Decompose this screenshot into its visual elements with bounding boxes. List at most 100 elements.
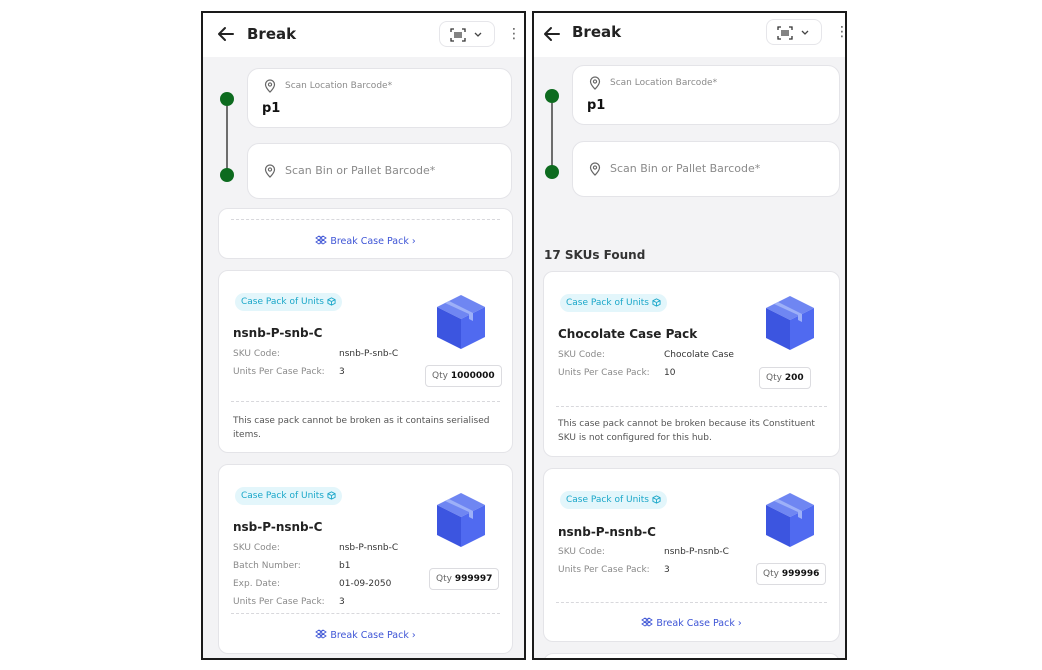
more-vertical-icon[interactable]: ⋮ [507,24,521,44]
bin-placeholder: Scan Bin or Pallet Barcode* [285,164,436,177]
field-value: 10 [664,368,676,378]
sku-card[interactable]: Case Pack of Units nsnb-P-nsnb-C SKU Cod… [543,468,840,642]
scan-mode-button[interactable] [766,19,822,45]
sku-name: Chocolate Case Pack [558,327,698,341]
package-box-icon [766,493,814,547]
location-input[interactable]: Scan Location Barcode* p1 [572,65,840,125]
sku-card-partial [543,653,840,658]
page-title: Break [572,23,622,41]
sku-card[interactable]: Case Pack of Units nsnb-P-snb-C SKU Code… [218,270,513,453]
sku-name: nsnb-P-snb-C [233,326,323,340]
field-value: nsnb-P-snb-C [339,349,399,359]
quantity-badge: Qty 200 [759,367,811,389]
sku-name: nsb-P-nsnb-C [233,520,323,534]
step-connector [551,103,553,167]
location-pin-icon [589,76,601,90]
location-pin-icon [589,162,601,176]
break-case-pack-link[interactable]: Break Case Pack › [219,234,512,247]
chevron-right-icon: › [411,236,416,247]
location-input[interactable]: Scan Location Barcode* p1 [247,68,512,128]
arrow-left-icon[interactable] [216,24,236,44]
chevron-right-icon: › [411,630,416,641]
location-label: Scan Location Barcode* [610,78,718,88]
arrow-left-icon[interactable] [542,24,562,44]
chevron-right-icon: › [737,618,742,629]
divider [231,219,500,220]
field-label: Batch Number: [233,561,301,571]
field-label: SKU Code: [233,543,280,553]
barcode-scan-icon [450,28,466,42]
bin-placeholder: Scan Bin or Pallet Barcode* [610,162,761,175]
quantity-badge: Qty 999996 [756,563,827,585]
package-box-icon [437,295,485,349]
chevron-down-icon [474,32,482,37]
case-pack-chip: Case Pack of Units [560,294,667,312]
unbreakable-note: This case pack cannot be broken because … [558,419,815,443]
field-value: 01-09-2050 [339,579,392,589]
sku-count-heading: 17 SKUs Found [544,248,646,262]
sku-name: nsnb-P-nsnb-C [558,525,656,539]
boxes-icon [315,629,328,639]
step-dot-bin [545,165,559,179]
step-dot-location [220,92,234,106]
scan-mode-button[interactable] [439,21,495,47]
chevron-down-icon [801,30,809,35]
package-box-icon [766,296,814,350]
field-label: Units Per Case Pack: [558,368,650,378]
location-label: Scan Location Barcode* [285,81,393,91]
field-label: SKU Code: [558,547,605,557]
divider [556,406,827,407]
field-label: Exp. Date: [233,579,280,589]
location-value: p1 [262,101,281,116]
app-header: Break ⋮ [534,13,845,57]
package-box-icon [437,493,485,547]
unbreakable-note: This case pack cannot be broken as it co… [233,416,490,440]
left-screen: Break ⋮ Scan Location Barcode* p1 Scan B… [201,11,526,660]
quantity-badge: Qty 999997 [429,568,500,590]
barcode-scan-icon [777,26,793,40]
break-case-pack-link[interactable]: Break Case Pack › [219,628,512,641]
boxes-icon [641,617,654,627]
field-value: nsb-P-nsnb-C [339,543,399,553]
field-value: nsnb-P-nsnb-C [664,547,729,557]
divider [231,401,500,402]
field-value: b1 [339,561,351,571]
case-pack-chip: Case Pack of Units [235,487,342,505]
break-case-pack-label: Break Case Pack [656,618,735,629]
boxes-icon [315,235,328,245]
sku-card[interactable]: Case Pack of Units Chocolate Case Pack S… [543,271,840,457]
field-label: Units Per Case Pack: [233,597,325,607]
field-label: SKU Code: [558,350,605,360]
location-pin-icon [264,164,276,178]
box-outline-icon [327,297,336,306]
more-vertical-icon[interactable]: ⋮ [835,22,845,42]
page-title: Break [247,25,297,43]
divider [556,602,827,603]
case-pack-chip: Case Pack of Units [235,293,342,311]
field-label: SKU Code: [233,349,280,359]
field-value: 3 [339,597,345,607]
divider [231,613,500,614]
sku-card[interactable]: Case Pack of Units nsb-P-nsnb-C SKU Code… [218,464,513,654]
box-outline-icon [652,495,661,504]
bin-input[interactable]: Scan Bin or Pallet Barcode* [572,141,840,197]
step-connector [226,106,228,170]
step-dot-location [545,89,559,103]
field-value: 3 [664,565,670,575]
bin-input[interactable]: Scan Bin or Pallet Barcode* [247,143,512,199]
quantity-badge: Qty 1000000 [425,365,502,387]
case-pack-chip: Case Pack of Units [560,491,667,509]
field-value: Chocolate Case [664,350,734,360]
field-value: 3 [339,367,345,377]
field-label: Units Per Case Pack: [233,367,325,377]
box-outline-icon [652,298,661,307]
sku-card-partial: Break Case Pack › [218,208,513,259]
break-case-pack-label: Break Case Pack [330,630,409,641]
box-outline-icon [327,491,336,500]
location-value: p1 [587,98,606,113]
break-case-pack-link[interactable]: Break Case Pack › [544,616,839,629]
step-dot-bin [220,168,234,182]
field-label: Units Per Case Pack: [558,565,650,575]
location-pin-icon [264,79,276,93]
break-case-pack-label: Break Case Pack [330,236,409,247]
